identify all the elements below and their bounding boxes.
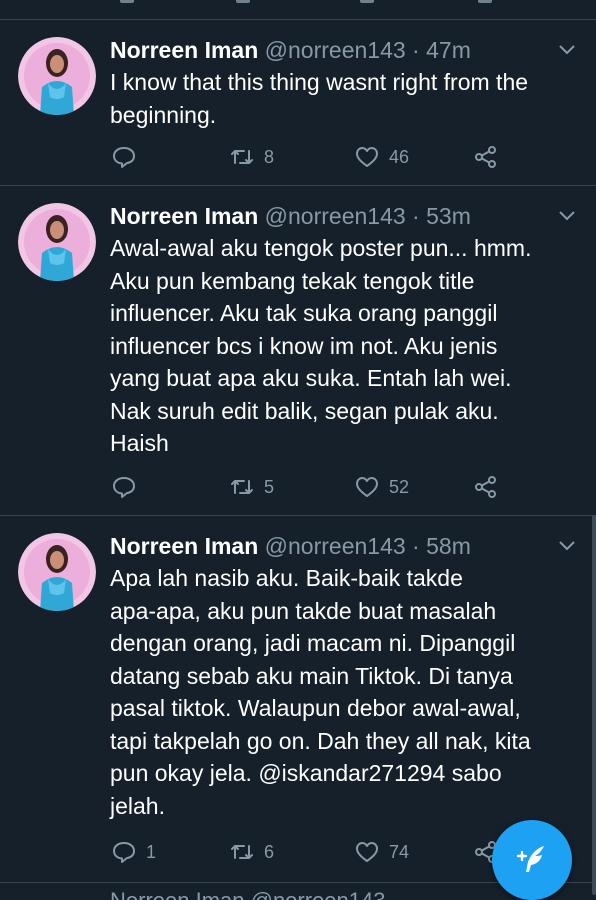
tweet-line: beginning. xyxy=(110,101,217,128)
tweet-line: tapi takpelah go on. Dah they all nak, k… xyxy=(110,727,531,754)
tweet-text: I know that this thing wasnt right from … xyxy=(110,66,586,131)
reply-button[interactable]: 1 xyxy=(110,837,156,867)
display-name[interactable]: Norreen Iman xyxy=(110,37,258,63)
tweet-line: influencer bcs i know im not. Aku jenis xyxy=(110,332,498,359)
like-button[interactable]: 46 xyxy=(353,142,409,172)
scrollbar[interactable] xyxy=(592,515,596,895)
share-button[interactable] xyxy=(472,472,500,502)
reply-icon[interactable] xyxy=(120,0,134,3)
avatar[interactable] xyxy=(18,533,96,611)
tweet-line: yang buat apa aku suka. Entah lah wei. xyxy=(110,365,512,391)
tweet-header: Norreen Iman @norreen143 · 47m xyxy=(110,35,471,65)
timestamp[interactable]: 53m xyxy=(426,203,471,229)
like-count: 46 xyxy=(389,146,410,167)
like-button[interactable]: 74 xyxy=(353,837,409,867)
reply-icon xyxy=(113,477,135,498)
tweet-line: Awal-awal aku tengok poster pun... hmm. xyxy=(110,235,532,261)
tweet-actions: 8 46 xyxy=(110,142,590,172)
compose-tweet-button[interactable] xyxy=(492,820,572,900)
retweet-icon xyxy=(231,480,253,494)
next-tweet-header-partial: Norreen Iman @norreen143 xyxy=(110,886,385,900)
separator: · xyxy=(412,203,420,229)
reply-count: 1 xyxy=(146,841,157,862)
retweet-button[interactable]: 6 xyxy=(228,837,274,867)
tweet-line: Apa lah nasib aku. Baik-baik takde xyxy=(110,565,463,591)
tweet-header: Norreen Iman @norreen143 · 58m xyxy=(110,531,471,561)
heart-icon xyxy=(356,842,378,862)
separator: · xyxy=(412,533,420,559)
tweet[interactable]: Norreen Iman @norreen143 · 53m Awal-awal… xyxy=(0,186,596,516)
tweet-line: influencer. Aku tak suka orang panggil xyxy=(110,300,498,326)
display-name[interactable]: Norreen Iman xyxy=(110,203,258,229)
tweet-line: I know that this thing wasnt right from … xyxy=(110,69,529,95)
avatar[interactable] xyxy=(18,203,96,281)
tweet[interactable]: Norreen Iman @norreen143 · 47m I know th… xyxy=(0,19,596,186)
tweet-line: datang sebab aku main Tiktok. Di tanya xyxy=(110,662,513,689)
previous-tweet-actions xyxy=(0,0,596,20)
avatar[interactable] xyxy=(18,37,96,115)
reply-icon xyxy=(113,147,135,168)
chevron-down-icon[interactable] xyxy=(558,210,576,222)
retweet-count: 6 xyxy=(264,841,275,862)
tweet-line: apa-apa, aku pun takde buat masalah xyxy=(110,597,497,624)
tweet-line: jelah. xyxy=(110,792,165,819)
retweet-button[interactable]: 5 xyxy=(228,472,274,502)
tweet-actions: 5 52 xyxy=(110,472,590,502)
like-button[interactable]: 52 xyxy=(353,472,409,502)
compose-tweet-icon xyxy=(516,846,544,872)
heart-icon xyxy=(356,477,378,497)
share-icon xyxy=(475,146,496,168)
tweet-text: Apa lah nasib aku. Baik-baik takde apa-a… xyxy=(110,562,586,822)
retweet-button[interactable]: 8 xyxy=(228,142,274,172)
username[interactable]: @norreen143 xyxy=(265,533,406,559)
share-button[interactable] xyxy=(472,142,500,172)
separator: · xyxy=(412,37,420,63)
reply-icon xyxy=(113,842,135,863)
timestamp[interactable]: 47m xyxy=(426,37,471,63)
tweet-line: dengan orang, jadi macam ni. Dipanggil xyxy=(110,630,516,656)
reply-button[interactable] xyxy=(110,472,146,502)
username[interactable]: @norreen143 xyxy=(265,37,406,63)
tweet-line: Nak suruh edit balik, segan pulak aku. xyxy=(110,397,499,424)
share-icon xyxy=(475,476,496,498)
tweet-line: Aku pun kembang tekak tengok title xyxy=(110,267,475,294)
tweet-line: pun okay jela. @iskandar271294 sabo xyxy=(110,760,502,786)
share-icon[interactable] xyxy=(478,0,492,3)
chevron-down-icon[interactable] xyxy=(558,540,576,552)
chevron-down-icon[interactable] xyxy=(558,44,576,56)
heart-icon[interactable] xyxy=(360,0,374,3)
tweet-header: Norreen Iman @norreen143 · 53m xyxy=(110,201,471,231)
tweet-line: pasal tiktok. Walaupun debor awal-awal, xyxy=(110,695,521,721)
like-count: 52 xyxy=(389,476,410,497)
username[interactable]: @norreen143 xyxy=(265,203,406,229)
like-count: 74 xyxy=(389,841,410,862)
retweet-icon xyxy=(231,845,253,859)
retweet-icon xyxy=(231,150,253,164)
retweet-count: 5 xyxy=(264,476,275,497)
reply-button[interactable] xyxy=(110,142,146,172)
heart-icon xyxy=(356,147,378,167)
retweet-count: 8 xyxy=(264,146,275,167)
tweet-text: Awal-awal aku tengok poster pun... hmm. … xyxy=(110,232,586,460)
timestamp[interactable]: 58m xyxy=(426,533,471,559)
tweet-line: Haish xyxy=(110,430,169,456)
display-name[interactable]: Norreen Iman xyxy=(110,533,258,559)
retweet-icon[interactable] xyxy=(236,0,250,3)
